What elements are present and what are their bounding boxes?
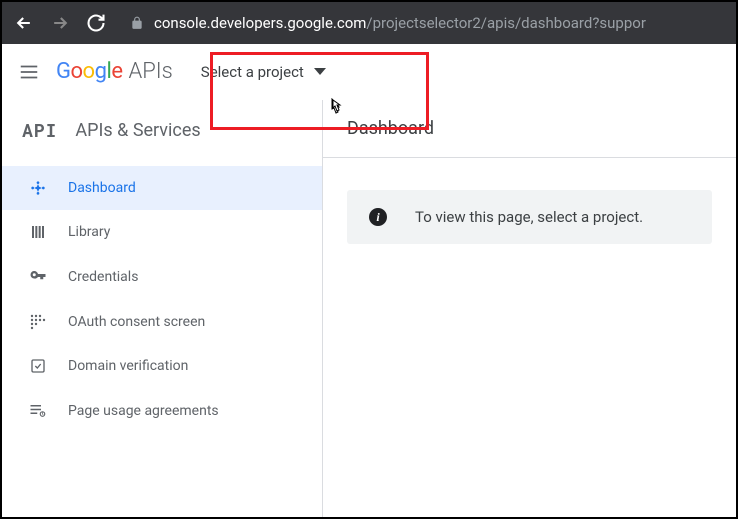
api-badge-icon: API — [22, 118, 57, 142]
content-area: API APIs & Services Dashboard Library — [2, 100, 736, 517]
sidebar-item-label: Domain verification — [68, 358, 188, 374]
hamburger-menu-icon[interactable] — [18, 61, 40, 83]
sidebar: API APIs & Services Dashboard Library — [2, 100, 322, 517]
consent-screen-icon — [28, 314, 48, 330]
info-icon: i — [369, 208, 387, 226]
sidebar-item-library[interactable]: Library — [2, 210, 322, 254]
sidebar-header-title: APIs & Services — [75, 120, 200, 141]
sidebar-item-label: OAuth consent screen — [68, 314, 205, 330]
url-text: console.developers.google.com/projectsel… — [154, 14, 646, 32]
back-button[interactable] — [14, 13, 34, 33]
info-banner-text: To view this page, select a project. — [415, 208, 643, 226]
agreements-icon — [28, 402, 48, 420]
sidebar-item-credentials[interactable]: Credentials — [2, 254, 322, 300]
verified-icon — [28, 358, 48, 374]
project-selector-button[interactable]: Select a project — [189, 57, 338, 87]
project-selector-label: Select a project — [201, 63, 304, 81]
sidebar-item-label: Credentials — [68, 269, 138, 285]
sidebar-item-label: Page usage agreements — [68, 403, 219, 419]
sidebar-nav-list: Dashboard Library Credentials OAuth cons… — [2, 166, 322, 434]
sidebar-item-dashboard[interactable]: Dashboard — [2, 166, 322, 210]
forward-button[interactable] — [50, 13, 70, 33]
browser-chrome: console.developers.google.com/projectsel… — [2, 2, 736, 44]
sidebar-header: API APIs & Services — [2, 100, 322, 166]
sidebar-item-label: Dashboard — [68, 180, 136, 196]
dashboard-icon — [28, 180, 48, 196]
address-bar[interactable]: console.developers.google.com/projectsel… — [122, 14, 724, 32]
main-content: Dashboard i To view this page, select a … — [322, 100, 736, 517]
sidebar-item-domain-verification[interactable]: Domain verification — [2, 344, 322, 388]
key-icon — [28, 268, 48, 286]
library-icon — [28, 224, 48, 240]
sidebar-item-oauth-consent[interactable]: OAuth consent screen — [2, 300, 322, 344]
top-bar: Google APIs Select a project — [2, 44, 736, 100]
lock-icon — [130, 16, 144, 30]
google-apis-logo[interactable]: Google APIs — [56, 59, 173, 84]
sidebar-item-page-usage-agreements[interactable]: Page usage agreements — [2, 388, 322, 434]
page-title: Dashboard — [323, 100, 736, 158]
sidebar-item-label: Library — [68, 224, 110, 240]
chevron-down-icon — [314, 68, 326, 75]
info-banner: i To view this page, select a project. — [347, 190, 712, 244]
reload-button[interactable] — [86, 13, 106, 33]
